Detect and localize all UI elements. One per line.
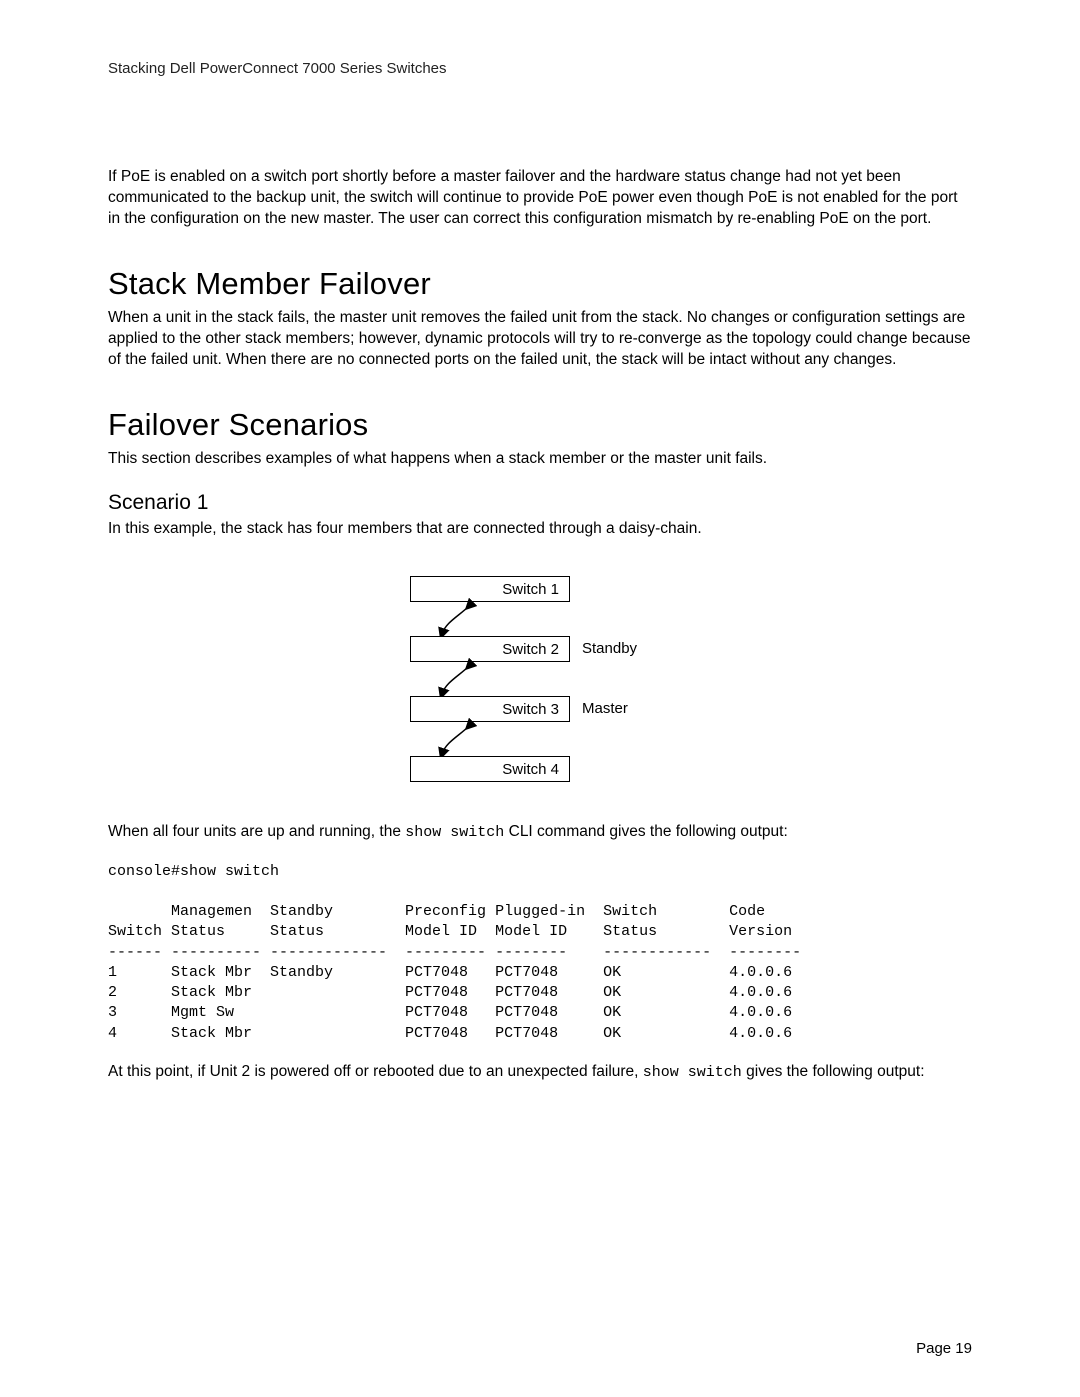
text: CLI command gives the following output:: [504, 823, 787, 840]
stack-topology-diagram: Switch 1 Switch 2 Standby: [410, 576, 670, 786]
switch-box-3: Switch 3: [410, 696, 570, 722]
switch-role-2: Standby: [582, 640, 637, 657]
scenario-1-intro: In this example, the stack has four memb…: [108, 519, 972, 540]
switch-role-3: Master: [582, 700, 628, 717]
cli-output-block: console#show switch Managemen Standby Pr…: [108, 862, 972, 1044]
switch-box-1: Switch 1: [410, 576, 570, 602]
page-number: Page 19: [916, 1340, 972, 1357]
heading-failover-scenarios: Failover Scenarios: [108, 407, 972, 443]
diagram-row: Switch 2 Standby: [410, 636, 670, 696]
intro-paragraph: If PoE is enabled on a switch port short…: [108, 167, 972, 230]
text: When all four units are up and running, …: [108, 823, 405, 840]
diagram-row: Switch 1: [410, 576, 670, 636]
text: At this point, if Unit 2 is powered off …: [108, 1063, 643, 1080]
switch-box-4: Switch 4: [410, 756, 570, 782]
stack-member-failover-body: When a unit in the stack fails, the mast…: [108, 308, 972, 371]
heading-scenario-1: Scenario 1: [108, 491, 972, 515]
diagram-row: Switch 3 Master: [410, 696, 670, 756]
switch-box-2: Switch 2: [410, 636, 570, 662]
inline-code: show switch: [405, 824, 504, 841]
scenario-1-after-diagram: When all four units are up and running, …: [108, 822, 972, 843]
failover-scenarios-intro: This section describes examples of what …: [108, 449, 972, 470]
diagram-row: Switch 4: [410, 756, 670, 786]
text: gives the following output:: [742, 1063, 925, 1080]
inline-code: show switch: [643, 1064, 742, 1081]
running-header: Stacking Dell PowerConnect 7000 Series S…: [108, 60, 972, 77]
document-page: Stacking Dell PowerConnect 7000 Series S…: [0, 0, 1080, 1397]
scenario-1-after-cli: At this point, if Unit 2 is powered off …: [108, 1062, 972, 1083]
heading-stack-member-failover: Stack Member Failover: [108, 266, 972, 302]
